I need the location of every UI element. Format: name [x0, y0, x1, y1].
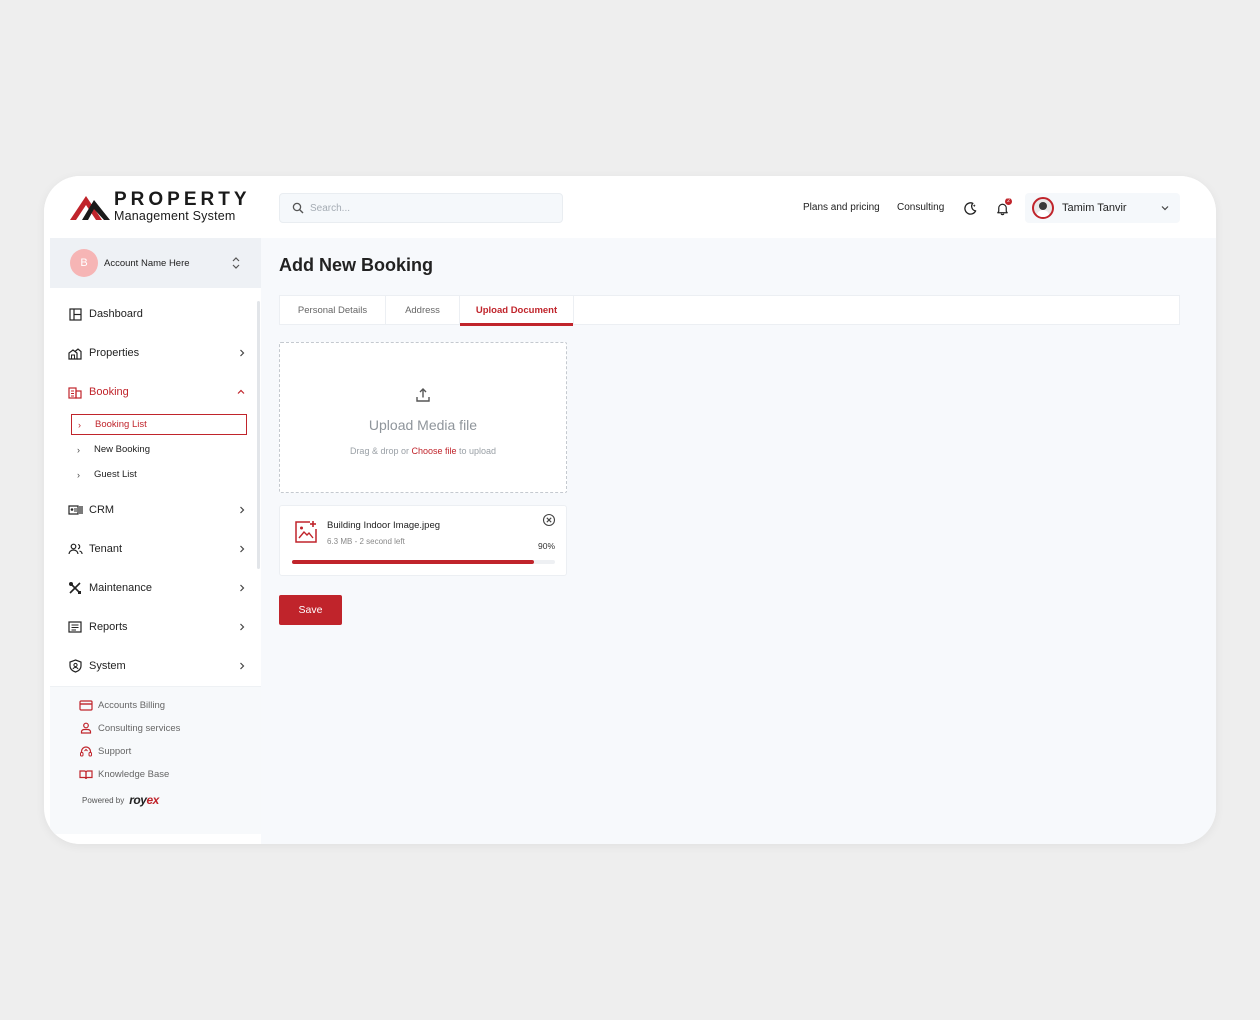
uploading-file-card: Building Indoor Image.jpeg 6.3 MB - 2 se… — [279, 505, 567, 576]
tab-bar: Personal Details Address Upload Document — [279, 295, 1180, 326]
image-add-icon — [295, 521, 317, 543]
sidebar-item-label: Reports — [89, 621, 128, 633]
chevron-right-icon — [240, 506, 245, 514]
properties-icon — [66, 344, 84, 362]
footer-link-support[interactable]: Support — [79, 743, 131, 759]
chevron-up-icon — [237, 389, 245, 394]
royex-logo[interactable]: royex — [129, 793, 159, 807]
account-switcher[interactable]: B Account Name Here — [50, 238, 261, 288]
upload-dropzone[interactable]: Upload Media file Drag & drop or Choose … — [279, 342, 567, 493]
sidebar-item-tenant[interactable]: Tenant — [66, 538, 246, 560]
sidebar-item-booking[interactable]: Booking — [66, 381, 246, 403]
maintenance-icon — [66, 579, 84, 597]
upload-title: Upload Media file — [368, 417, 478, 433]
sidebar-subitem-booking-list[interactable]: › Booking List — [71, 414, 247, 435]
sidebar-subitem-new-booking[interactable]: › New Booking — [71, 439, 247, 460]
user-menu[interactable]: Tamim Tanvir — [1025, 193, 1180, 223]
sidebar-item-reports[interactable]: Reports — [66, 616, 246, 638]
choose-file-link[interactable]: Choose file — [411, 446, 456, 456]
credit-card-icon — [79, 699, 93, 711]
chevron-down-icon — [1161, 206, 1169, 211]
upload-progress-fill — [292, 560, 534, 564]
sidebar-item-system[interactable]: System — [66, 655, 246, 677]
crm-icon — [66, 501, 84, 519]
upload-progress-bar — [292, 560, 555, 564]
booking-icon — [66, 383, 84, 401]
upload-percent: 90% — [537, 541, 555, 551]
sidebar-item-label: CRM — [89, 504, 115, 516]
tab-address[interactable]: Address — [386, 296, 460, 324]
logo-title: PROPERTY — [114, 189, 251, 210]
tab-upload-document[interactable]: Upload Document — [460, 296, 574, 326]
user-name: Tamim Tanvir — [1062, 202, 1127, 214]
logo-subtitle: Management System — [114, 209, 236, 223]
search-icon — [292, 202, 304, 214]
avatar — [1032, 197, 1054, 219]
sidebar-item-label: System — [89, 660, 126, 672]
chevron-right-icon — [240, 349, 245, 357]
footer-link-knowledge-base[interactable]: Knowledge Base — [79, 766, 169, 782]
account-name: Account Name Here — [104, 257, 190, 269]
page-title: Add New Booking — [279, 255, 433, 275]
sidebar-item-label: Dashboard — [89, 308, 143, 320]
file-name: Building Indoor Image.jpeg — [327, 520, 441, 531]
tab-personal-details[interactable]: Personal Details — [280, 296, 386, 324]
logo-mark-icon — [70, 196, 110, 221]
upload-icon — [416, 388, 430, 402]
top-bar: PROPERTY Management System Plans and pri… — [44, 176, 1216, 238]
sidebar: B Account Name Here Dashboard Properties — [50, 238, 261, 844]
system-icon — [66, 657, 84, 675]
app-window: PROPERTY Management System Plans and pri… — [44, 176, 1216, 844]
chevron-right-icon: › — [77, 469, 80, 480]
chevron-right-icon — [240, 584, 245, 592]
reports-icon — [66, 618, 84, 636]
notifications-button[interactable]: 2 — [992, 198, 1012, 218]
book-icon — [79, 769, 93, 779]
footer-link-accounts-billing[interactable]: Accounts Billing — [79, 697, 165, 713]
nav-consulting[interactable]: Consulting — [897, 202, 944, 213]
sidebar-item-maintenance[interactable]: Maintenance — [66, 577, 246, 599]
search-input[interactable] — [310, 202, 550, 214]
sidebar-subitem-guest-list[interactable]: › Guest List — [71, 464, 247, 485]
chevron-right-icon — [240, 662, 245, 670]
save-button[interactable]: Save — [279, 595, 342, 625]
sidebar-item-label: Properties — [89, 347, 140, 359]
sidebar-item-dashboard[interactable]: Dashboard — [66, 303, 246, 325]
footer-link-consulting-services[interactable]: Consulting services — [79, 720, 180, 736]
sidebar-scrollbar[interactable] — [257, 301, 260, 569]
sidebar-item-label: Tenant — [89, 543, 123, 555]
tenant-icon — [66, 540, 84, 558]
chevron-right-icon: › — [78, 419, 81, 430]
sidebar-item-label: Maintenance — [89, 582, 152, 594]
notification-badge: 2 — [1005, 198, 1012, 205]
upload-instructions: Drag & drop or Choose file to upload — [349, 446, 497, 456]
sidebar-item-crm[interactable]: CRM — [66, 499, 246, 521]
close-circle-icon[interactable] — [542, 513, 556, 527]
sidebar-item-properties[interactable]: Properties — [66, 342, 246, 364]
headset-icon — [80, 745, 92, 756]
moon-icon — [963, 201, 976, 215]
chevron-right-icon — [240, 623, 245, 631]
sidebar-item-label: Booking — [89, 386, 129, 398]
chevron-right-icon: › — [77, 444, 80, 455]
chevron-up-down-icon — [232, 257, 240, 269]
logo[interactable]: PROPERTY Management System — [68, 190, 251, 223]
nav-plans-pricing[interactable]: Plans and pricing — [803, 202, 880, 213]
main-content: Add New Booking Personal Details Address… — [261, 238, 1216, 844]
powered-by: Powered by royex — [82, 793, 159, 807]
theme-toggle-button[interactable] — [960, 198, 980, 218]
file-meta: 6.3 MB - 2 second left — [327, 537, 405, 546]
search-box[interactable] — [279, 193, 563, 223]
sidebar-footer: Accounts Billing Consulting services Sup… — [50, 686, 261, 834]
user-icon — [80, 722, 92, 734]
chevron-right-icon — [240, 545, 245, 553]
account-avatar: B — [70, 249, 98, 277]
dashboard-icon — [66, 305, 84, 323]
